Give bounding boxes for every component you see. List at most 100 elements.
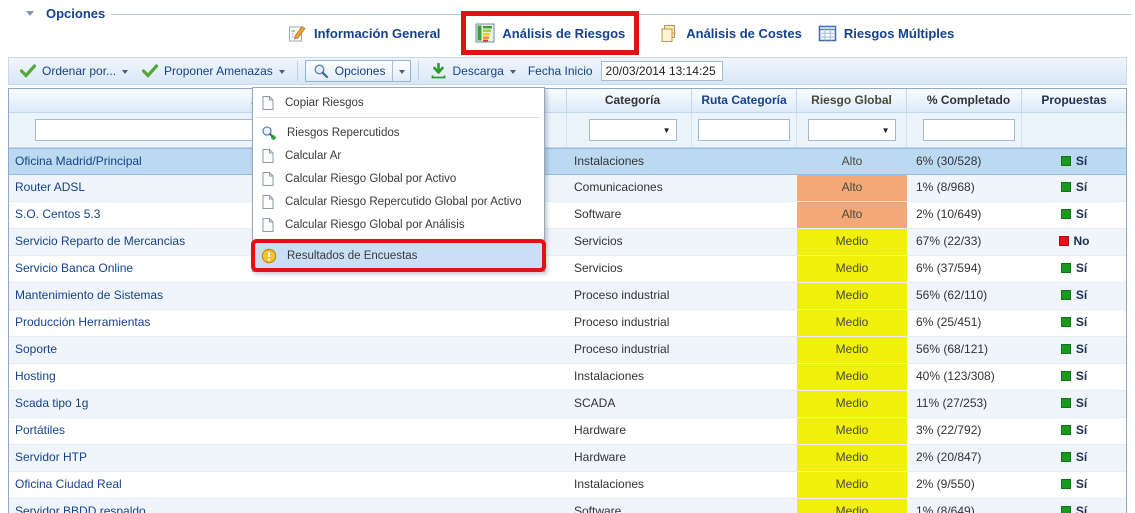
cell-riesgo-global: Medio <box>797 472 907 498</box>
menu-item-label: Calcular Ar <box>285 150 341 162</box>
cell-ruta-categoria <box>692 391 797 417</box>
cell-completado: 6% (25/451) <box>907 310 1022 336</box>
cell-riesgo-global: Medio <box>797 283 907 309</box>
menu-separator <box>257 239 540 240</box>
menu-item-calcular-riesgo-repercutido-global-por-activo[interactable]: Calcular Riesgo Repercutido Global por A… <box>255 190 542 213</box>
cell-propuestas: No <box>1022 229 1126 255</box>
menu-item-calcular-riesgo-global-por-analisis[interactable]: Calcular Riesgo Global por Análisis <box>255 213 542 236</box>
propuesta-label: Sí <box>1076 423 1087 437</box>
cell-categoria: Servicios <box>567 256 692 282</box>
cell-propuestas: Sí <box>1022 499 1126 513</box>
proposal-no-square-icon <box>1059 236 1069 246</box>
table-row[interactable]: Oficina Ciudad RealInstalacionesMedio2% … <box>9 472 1126 499</box>
propuesta-label: Sí <box>1076 207 1087 221</box>
cell-propuestas: Sí <box>1022 337 1126 363</box>
fecha-inicio-input[interactable] <box>601 61 723 81</box>
cell-propuestas: Sí <box>1022 175 1126 201</box>
cell-ruta-categoria <box>692 175 797 201</box>
ordenar-por-button[interactable]: Ordenar por... <box>14 61 134 81</box>
opciones-button[interactable]: Opciones <box>306 61 393 81</box>
completado-filter-input[interactable] <box>923 119 1015 141</box>
collapse-arrow-icon[interactable] <box>26 11 34 16</box>
proponer-amenazas-button[interactable]: Proponer Amenazas <box>136 61 291 81</box>
ruta-filter-input[interactable] <box>698 119 790 141</box>
cell-activo: Hosting <box>9 364 567 390</box>
cell-riesgo-global: Medio <box>797 310 907 336</box>
page-icon <box>261 148 275 164</box>
cell-completado: 2% (9/550) <box>907 472 1022 498</box>
propuesta-label: Sí <box>1076 154 1087 168</box>
table-row[interactable]: SoporteProceso industrialMedio56% (68/12… <box>9 337 1126 364</box>
table-row[interactable]: Scada tipo 1gSCADAMedio11% (27/253)Sí <box>9 391 1126 418</box>
table-row[interactable]: Servidor BBDD respaldoSoftwareMedio1% (8… <box>9 499 1126 513</box>
column-header-completado[interactable]: % Completado <box>907 89 1022 112</box>
cell-ruta-categoria <box>692 472 797 498</box>
opciones-dropdown-arrow[interactable] <box>392 61 410 81</box>
cell-categoria: Hardware <box>567 445 692 471</box>
table-row[interactable]: Oficina Madrid/PrincipalInstalacionesAlt… <box>9 148 1126 175</box>
cell-propuestas: Sí <box>1022 256 1126 282</box>
tab-label: Análisis de Riesgos <box>502 26 625 41</box>
menu-item-calcular-riesgo-global-por-activo[interactable]: Calcular Riesgo Global por Activo <box>255 167 542 190</box>
select-arrow-icon: ▼ <box>882 126 890 135</box>
cell-categoria: Servicios <box>567 229 692 255</box>
toolbar-separator <box>297 61 298 81</box>
cell-activo: Producción Herramientas <box>9 310 567 336</box>
tab-riesgos-multiples[interactable]: Riesgos Múltiples <box>818 24 955 43</box>
menu-item-riesgos-repercutidos[interactable]: Riesgos Repercutidos <box>255 121 542 144</box>
propuesta-label: Sí <box>1076 261 1087 275</box>
cell-ruta-categoria <box>692 499 797 513</box>
copy-page-icon <box>261 95 275 111</box>
proposal-yes-square-icon <box>1061 506 1071 513</box>
download-icon <box>431 63 446 79</box>
tab-analisis-de-costes[interactable]: Análisis de Costes <box>660 24 802 43</box>
cell-categoria: Comunicaciones <box>567 175 692 201</box>
cell-completado: 1% (8/649) <box>907 499 1022 513</box>
propuesta-label: Sí <box>1076 315 1087 329</box>
page-icon <box>261 194 275 210</box>
table-row[interactable]: Servicio Banca OnlineServiciosMedio6% (3… <box>9 256 1126 283</box>
table-row[interactable]: Producción HerramientasProceso industria… <box>9 310 1126 337</box>
propuesta-label: Sí <box>1076 396 1087 410</box>
column-header-categoria[interactable]: Categoría <box>567 89 692 112</box>
search-icon <box>313 63 329 79</box>
opciones-split-button[interactable]: Opciones <box>305 60 412 82</box>
grid-table-icon <box>818 24 837 43</box>
categoria-filter-select[interactable]: ▼ <box>589 119 677 141</box>
cell-completado: 67% (22/33) <box>907 229 1022 255</box>
table-row[interactable]: Servidor HTPHardwareMedio2% (20/847)Sí <box>9 445 1126 472</box>
cell-ruta-categoria <box>692 283 797 309</box>
descarga-button[interactable]: Descarga <box>425 60 521 82</box>
table-row[interactable]: S.O. Centos 5.3SoftwareAlto2% (10/649)Sí <box>9 202 1126 229</box>
cell-completado: 6% (30/528) <box>907 149 1022 174</box>
menu-item-copiar-riesgos[interactable]: Copiar Riesgos <box>255 91 542 114</box>
cell-categoria: Instalaciones <box>567 149 692 174</box>
cell-completado: 1% (8/968) <box>907 175 1022 201</box>
menu-item-calcular-ar[interactable]: Calcular Ar <box>255 144 542 167</box>
column-header-propuestas[interactable]: Propuestas <box>1022 89 1126 112</box>
table-row[interactable]: PortátilesHardwareMedio3% (22/792)Sí <box>9 418 1126 445</box>
table-row[interactable]: HostingInstalacionesMedio40% (123/308)Sí <box>9 364 1126 391</box>
cell-propuestas: Sí <box>1022 149 1126 174</box>
cell-activo: Servidor BBDD respaldo <box>9 499 567 513</box>
cell-categoria: Proceso industrial <box>567 310 692 336</box>
tab-informacion-general[interactable]: Información General <box>288 24 440 43</box>
tab-analisis-de-riesgos[interactable]: Análisis de Riesgos <box>466 16 634 50</box>
cell-ruta-categoria <box>692 256 797 282</box>
table-row[interactable]: Servicio Reparto de MercanciasServiciosM… <box>9 229 1126 256</box>
column-header-riesgo-global[interactable]: Riesgo Global <box>797 89 907 112</box>
cell-completado: 6% (37/594) <box>907 256 1022 282</box>
table-row[interactable]: Router ADSLComunicacionesAlto1% (8/968)S… <box>9 175 1126 202</box>
riesgo-filter-select[interactable]: ▼ <box>808 119 896 141</box>
menu-item-resultados-de-encuestas[interactable]: Resultados de Encuestas <box>255 243 542 268</box>
column-header-ruta-categoria[interactable]: Ruta Categoría <box>692 89 797 112</box>
table-row[interactable]: Mantenimiento de SistemasProceso industr… <box>9 283 1126 310</box>
page-icon <box>261 171 275 187</box>
check-icon <box>20 64 36 78</box>
proposal-yes-square-icon <box>1061 156 1071 166</box>
proposal-yes-square-icon <box>1061 452 1071 462</box>
opciones-dropdown-menu: Copiar Riesgos Riesgos Repercutidos Calc… <box>252 87 545 272</box>
propuesta-label: Sí <box>1076 288 1087 302</box>
cell-completado: 2% (10/649) <box>907 202 1022 228</box>
menu-item-label: Calcular Riesgo Global por Análisis <box>285 219 465 231</box>
